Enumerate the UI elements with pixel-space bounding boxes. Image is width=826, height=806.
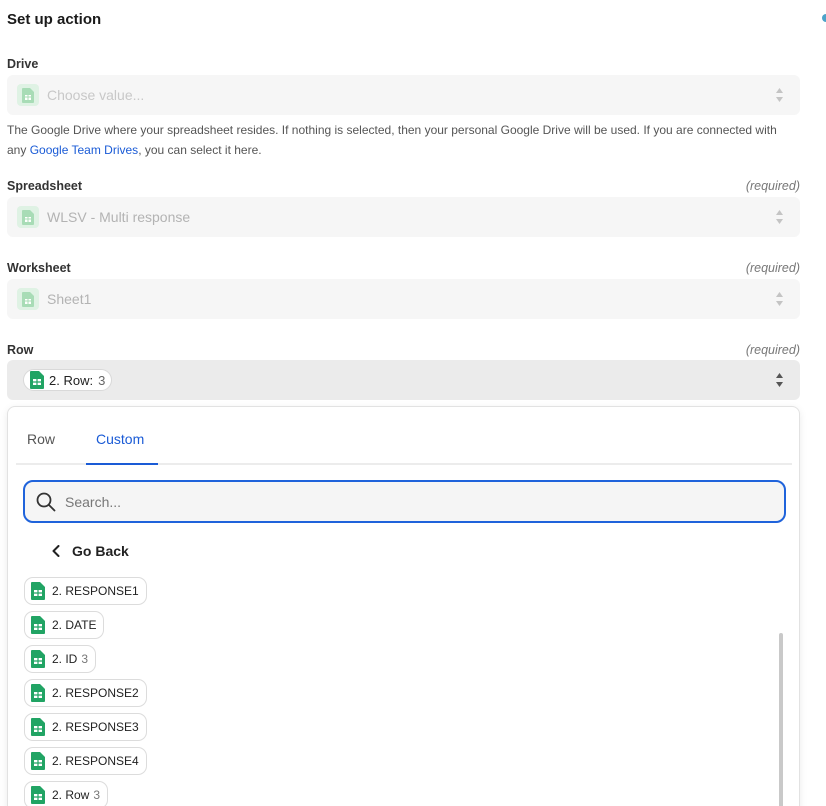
spreadsheet-label: Spreadsheet — [7, 179, 83, 193]
field-option[interactable]: 2. ID 3 — [24, 645, 97, 673]
field-option-label: 2. ID — [52, 652, 78, 666]
row-label: Row — [7, 343, 34, 357]
google-sheets-icon — [31, 718, 45, 736]
row-pill-value: 3 — [98, 372, 106, 388]
edge-indicator — [822, 14, 826, 22]
go-back-label: Go Back — [72, 543, 129, 559]
worksheet-value: Sheet1 — [47, 291, 92, 307]
sort-arrows-icon — [775, 291, 784, 312]
google-sheets-icon — [31, 582, 45, 600]
search-box[interactable] — [23, 480, 786, 523]
chevron-left-icon — [52, 545, 60, 557]
worksheet-select[interactable]: Sheet1 — [7, 279, 800, 319]
drive-select[interactable]: Choose value... — [7, 75, 800, 115]
field-option-label: 2. RESPONSE4 — [52, 754, 139, 768]
field-option[interactable]: 2. Row 3 — [24, 781, 109, 806]
field-option-label: 2. DATE — [52, 618, 97, 632]
field-option[interactable]: 2. RESPONSE2 — [24, 679, 147, 707]
worksheet-required: (required) — [745, 261, 800, 275]
google-sheets-icon — [17, 288, 39, 310]
search-input[interactable] — [65, 491, 765, 513]
row-select[interactable]: 2. Row: 3 — [7, 360, 800, 400]
scrollbar[interactable] — [779, 633, 783, 806]
field-option-value: 3 — [93, 788, 101, 802]
field-option-value: 3 — [81, 652, 89, 666]
field-option-label: 2. Row — [52, 788, 90, 802]
google-sheets-icon — [31, 752, 45, 770]
dropdown-tabs: Row Custom — [16, 407, 792, 465]
worksheet-label: Worksheet — [7, 261, 71, 275]
help-text-end: , you can select it here. — [138, 143, 262, 157]
spreadsheet-select[interactable]: WLSV - Multi response — [7, 197, 800, 237]
search-icon — [36, 492, 56, 512]
row-value-pill[interactable]: 2. Row: 3 — [23, 369, 113, 391]
team-drives-link[interactable]: Google Team Drives — [30, 143, 139, 157]
google-sheets-icon — [17, 206, 39, 228]
spreadsheet-required: (required) — [745, 179, 800, 193]
drive-label: Drive — [7, 57, 39, 71]
drive-placeholder: Choose value... — [47, 87, 145, 103]
sort-arrows-icon — [775, 87, 784, 108]
row-pill-label: 2. Row: — [49, 372, 94, 388]
google-sheets-icon — [31, 786, 45, 804]
field-option[interactable]: 2. RESPONSE4 — [24, 747, 147, 775]
spreadsheet-value: WLSV - Multi response — [47, 209, 191, 225]
tab-custom[interactable]: Custom — [96, 431, 144, 447]
field-option-label: 2. RESPONSE3 — [52, 720, 139, 734]
active-tab-indicator — [86, 463, 158, 465]
drive-help-text: The Google Drive where your spreadsheet … — [7, 120, 797, 160]
google-sheets-icon — [30, 371, 44, 389]
section-title: Set up action — [7, 11, 102, 28]
field-option[interactable]: 2. RESPONSE3 — [24, 713, 147, 741]
google-sheets-icon — [17, 84, 39, 106]
google-sheets-icon — [31, 616, 45, 634]
google-sheets-icon — [31, 650, 45, 668]
field-option-label: 2. RESPONSE2 — [52, 686, 139, 700]
tab-row[interactable]: Row — [27, 431, 55, 447]
go-back-button[interactable]: Go Back — [52, 543, 129, 559]
field-option[interactable]: 2. DATE — [24, 611, 105, 639]
google-sheets-icon — [31, 684, 45, 702]
field-option-label: 2. RESPONSE1 — [52, 584, 139, 598]
row-required: (required) — [745, 343, 800, 357]
sort-arrows-icon[interactable] — [775, 372, 784, 393]
field-option[interactable]: 2. RESPONSE1 — [24, 577, 147, 605]
sort-arrows-icon — [775, 209, 784, 230]
row-dropdown-panel: Row Custom Go Back 2. RESPONSE1 2. DATE 2.… — [7, 406, 800, 806]
